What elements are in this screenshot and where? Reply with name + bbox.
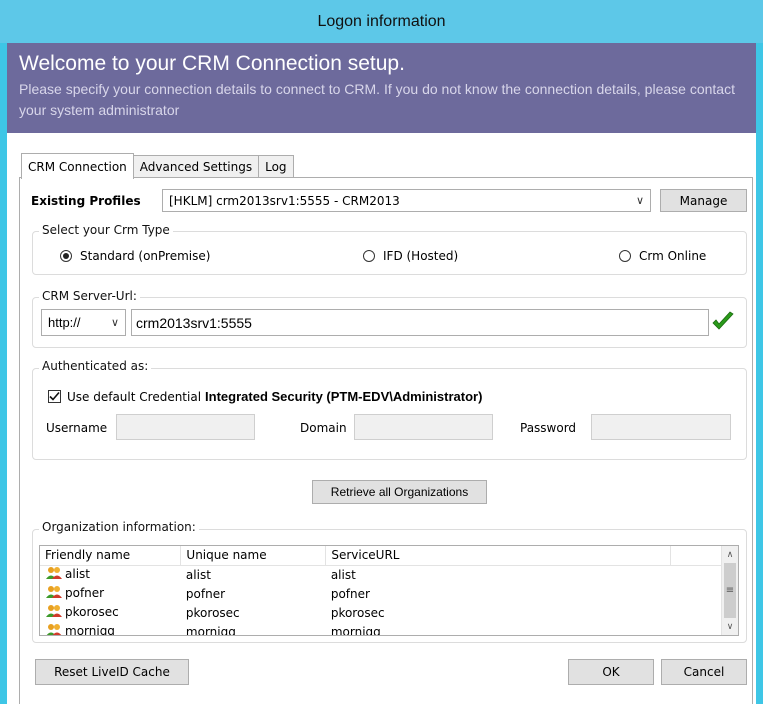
scroll-down-icon[interactable]: ∨ xyxy=(722,618,738,635)
window-title: Logon information xyxy=(317,12,446,30)
column-header-spacer xyxy=(670,546,722,566)
column-header-friendly-name[interactable]: Friendly name xyxy=(40,546,182,566)
retrieve-organizations-button[interactable]: Retrieve all Organizations xyxy=(312,480,487,504)
unique-name-cell: pofner xyxy=(185,586,226,601)
friendly-name-text: pkorosec xyxy=(65,605,119,619)
organization-group-title: Organization information: xyxy=(39,520,199,534)
domain-input[interactable] xyxy=(354,414,493,440)
server-url-input[interactable]: crm2013srv1:5555 xyxy=(131,309,709,336)
table-row[interactable]: alist alist alist xyxy=(40,565,722,584)
integrated-security-identity: Integrated Security (PTM-EDV\Administrat… xyxy=(205,389,483,404)
tab-log[interactable]: Log xyxy=(258,155,294,178)
radio-crm-online[interactable]: Crm Online xyxy=(619,249,706,263)
users-icon xyxy=(45,623,63,635)
organizations-table: Friendly name Unique name ServiceURL ali… xyxy=(40,546,722,636)
domain-label: Domain xyxy=(300,421,347,435)
scroll-up-icon[interactable]: ∧ xyxy=(722,546,738,563)
banner-title: Welcome to your CRM Connection setup. xyxy=(19,52,405,75)
use-default-credential-checkbox[interactable]: Use default Credential Integrated Securi… xyxy=(48,389,482,404)
friendly-name-cell: pkorosec xyxy=(40,603,181,622)
spacer-cell xyxy=(671,565,722,584)
spacer-cell xyxy=(671,584,722,603)
column-header-service-url[interactable]: ServiceURL xyxy=(325,546,672,566)
radio-standard-label: Standard (onPremise) xyxy=(80,249,211,263)
chevron-down-icon: ∨ xyxy=(110,317,120,329)
users-icon xyxy=(45,604,63,621)
manage-profiles-button[interactable]: Manage xyxy=(660,189,747,212)
existing-profiles-label: Existing Profiles xyxy=(31,194,141,208)
friendly-name-text: alist xyxy=(65,567,90,582)
organizations-grid[interactable]: Friendly name Unique name ServiceURL ali… xyxy=(39,545,739,636)
radio-selected-icon xyxy=(60,250,72,262)
service-url-cell: pofner xyxy=(330,586,370,601)
username-label: Username xyxy=(46,421,108,435)
checkbox-checked-icon xyxy=(48,390,61,403)
column-header-unique-name[interactable]: Unique name xyxy=(180,546,327,566)
table-row[interactable]: pkorosec pkorosec pkorosec xyxy=(40,603,722,622)
tab-advanced-settings[interactable]: Advanced Settings xyxy=(132,155,260,178)
service-url-cell: pkorosec xyxy=(330,605,385,620)
crm-type-group-title: Select your Crm Type xyxy=(39,223,173,237)
radio-unselected-icon xyxy=(619,250,631,262)
radio-ifd-hosted[interactable]: IFD (Hosted) xyxy=(363,249,458,263)
window-frame-right xyxy=(756,0,763,704)
welcome-banner: Welcome to your CRM Connection setup. Pl… xyxy=(7,43,756,133)
use-default-credential-label: Use default Credential xyxy=(67,389,202,404)
chevron-down-icon: ∨ xyxy=(635,194,645,207)
tab-strip: CRM Connection Advanced Settings Log xyxy=(21,153,294,179)
table-row[interactable]: morniqq morniqq morniqq xyxy=(40,622,722,636)
users-icon xyxy=(45,585,63,602)
authentication-group-title: Authenticated as: xyxy=(39,359,152,373)
profiles-selected-value: [HKLM] crm2013srv1:5555 - CRM2013 xyxy=(169,193,400,208)
users-icon xyxy=(45,566,63,583)
password-label: Password xyxy=(520,421,577,435)
window-frame-left xyxy=(0,0,7,704)
unique-name-cell: alist xyxy=(185,567,211,582)
ok-button[interactable]: OK xyxy=(568,659,654,685)
table-header-row: Friendly name Unique name ServiceURL xyxy=(40,546,722,566)
cancel-button[interactable]: Cancel xyxy=(661,659,747,685)
checkmark-icon xyxy=(711,311,735,333)
service-url-cell: alist xyxy=(330,567,356,582)
protocol-dropdown[interactable]: http:// ∨ xyxy=(41,309,126,336)
unique-name-cell: pkorosec xyxy=(185,605,240,620)
tab-crm-connection[interactable]: CRM Connection xyxy=(21,153,134,179)
banner-description: Please specify your connection details t… xyxy=(19,81,735,118)
service-url-cell: morniqq xyxy=(330,624,381,636)
window-titlebar[interactable]: Logon information xyxy=(0,0,763,43)
vertical-scrollbar[interactable]: ∧ ≡ ∨ xyxy=(721,546,738,635)
unique-name-cell: morniqq xyxy=(185,624,236,636)
friendly-name-cell: alist xyxy=(40,565,181,584)
radio-ifd-label: IFD (Hosted) xyxy=(383,249,459,263)
scrollbar-thumb[interactable]: ≡ xyxy=(724,563,736,618)
protocol-value: http:// xyxy=(48,315,81,330)
friendly-name-text: pofner xyxy=(65,586,105,600)
radio-crm-online-label: Crm Online xyxy=(639,249,707,263)
spacer-cell xyxy=(671,603,722,622)
spacer-cell xyxy=(671,622,722,635)
radio-unselected-icon xyxy=(363,250,375,262)
reset-liveid-cache-button[interactable]: Reset LiveID Cache xyxy=(35,659,189,685)
password-input[interactable] xyxy=(591,414,731,440)
table-row[interactable]: pofner pofner pofner xyxy=(40,584,722,603)
server-url-group-title: CRM Server-Url: xyxy=(39,289,140,303)
username-input[interactable] xyxy=(116,414,255,440)
friendly-name-cell: pofner xyxy=(40,584,181,603)
profiles-dropdown[interactable]: [HKLM] crm2013srv1:5555 - CRM2013 ∨ xyxy=(162,189,651,212)
radio-standard-onpremise[interactable]: Standard (onPremise) xyxy=(60,249,210,263)
friendly-name-cell: morniqq xyxy=(40,622,181,636)
friendly-name-text: morniqq xyxy=(65,624,115,636)
